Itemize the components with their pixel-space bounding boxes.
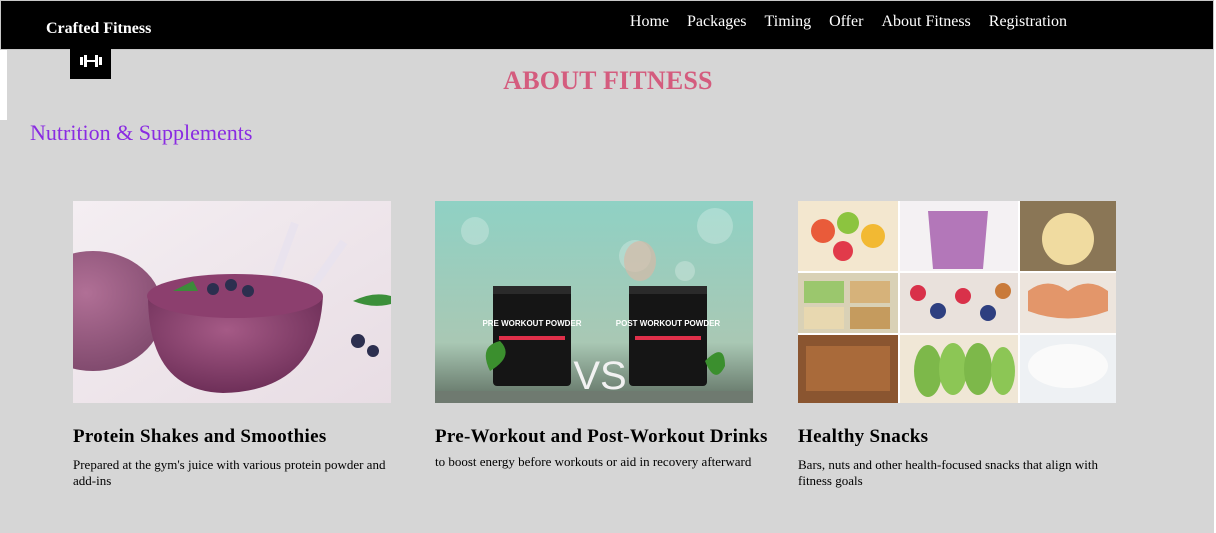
nav-about-fitness[interactable]: About Fitness (881, 13, 970, 31)
brand-name[interactable]: Crafted Fitness (46, 20, 151, 38)
nav-packages[interactable]: Packages (687, 13, 747, 31)
card-title: Protein Shakes and Smoothies (73, 426, 327, 447)
nav-home[interactable]: Home (630, 13, 669, 31)
section-title: Nutrition & Supplements (30, 120, 253, 145)
post-workout-label: POST WORKOUT POWDER (616, 319, 721, 328)
main-nav: Home Packages Timing Offer About Fitness… (630, 13, 1067, 31)
card-description: Prepared at the gym's juice with various… (73, 457, 386, 488)
nav-offer[interactable]: Offer (829, 13, 863, 31)
card-title: Healthy Snacks (798, 426, 929, 447)
nav-timing[interactable]: Timing (765, 13, 812, 31)
page-title: ABOUT FITNESS (503, 66, 713, 95)
card-description: Bars, nuts and other health-focused snac… (798, 457, 1099, 488)
card-workout-drinks: PRE WORKOUT POWDER POST WORKOUT POWDER V… (435, 201, 775, 470)
card-healthy-snacks: Healthy Snacks Bars, nuts and other heal… (798, 201, 1138, 489)
workout-powder-vs-image: PRE WORKOUT POWDER POST WORKOUT POWDER V… (435, 201, 753, 403)
card-protein-shakes: Protein Shakes and Smoothies Prepared at… (73, 201, 413, 489)
card-description: to boost energy before workouts or aid i… (435, 454, 752, 469)
healthy-snacks-collage-image (798, 201, 1116, 403)
card-title: Pre-Workout and Post-Workout Drinks (435, 426, 768, 447)
purple-smoothie-image (73, 201, 391, 403)
top-navbar: Crafted Fitness Home Packages Timing Off… (0, 0, 1214, 50)
nav-registration[interactable]: Registration (989, 13, 1067, 31)
pre-workout-label: PRE WORKOUT POWDER (482, 319, 581, 328)
